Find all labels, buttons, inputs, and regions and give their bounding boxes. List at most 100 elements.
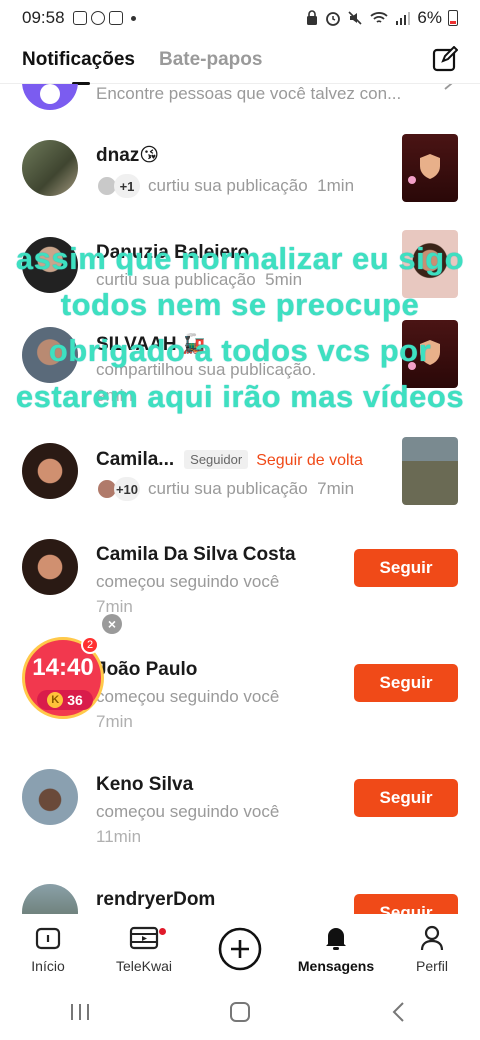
avatar[interactable] xyxy=(22,140,78,196)
nav-create[interactable] xyxy=(200,926,280,972)
nav-telekwai[interactable]: TeleKwai xyxy=(104,924,184,974)
follower-tag: Seguidor xyxy=(184,450,249,470)
avatar[interactable] xyxy=(22,884,78,914)
list-item[interactable]: rendryerDom Seguir xyxy=(0,884,480,914)
nav-label: Mensagens xyxy=(297,958,375,974)
post-thumbnail[interactable] xyxy=(402,134,458,202)
person-icon xyxy=(420,925,444,951)
action-text: curtiu sua publicação 7min xyxy=(148,479,354,499)
bottom-nav: Início TeleKwai Mensagens Perfil xyxy=(0,914,480,984)
follow-back-link[interactable]: Seguir de volta xyxy=(256,452,363,469)
compose-icon[interactable] xyxy=(432,46,458,72)
liker-avatars: +1 xyxy=(96,174,140,198)
status-time: 09:58 xyxy=(22,8,65,27)
dot-icon xyxy=(130,15,136,21)
user-name[interactable]: Keno Silva xyxy=(96,774,193,796)
action-label: curtiu sua publicação xyxy=(96,270,256,289)
follow-button[interactable]: Seguir xyxy=(354,779,458,817)
action-text: curtiu sua publicação 5min xyxy=(96,270,302,290)
action-label: curtiu sua publicação xyxy=(148,479,308,498)
nav-inicio[interactable]: Início xyxy=(8,924,88,974)
whatsapp-icon xyxy=(90,11,105,25)
user-name: Camila... Seguidor Seguir de volta xyxy=(96,449,363,471)
shield-icon xyxy=(408,154,440,184)
add-friend-icon xyxy=(40,84,60,104)
follow-button[interactable]: Seguir xyxy=(354,549,458,587)
user-name[interactable]: Danuzia Baleiero xyxy=(96,242,249,264)
reward-timer-widget[interactable]: 14:40 K 36 2 xyxy=(22,636,104,719)
tab-notificacoes[interactable]: Notificações xyxy=(22,49,135,85)
time-label: 7min xyxy=(96,712,133,731)
recents-icon[interactable] xyxy=(68,1001,92,1023)
user-name[interactable]: SILVAAH 🚂 xyxy=(96,332,206,356)
alarm-icon xyxy=(326,12,341,26)
home-icon xyxy=(35,927,61,950)
coin-value: 36 xyxy=(67,692,83,708)
post-thumbnail[interactable] xyxy=(402,320,458,388)
notification-badge: 2 xyxy=(81,636,99,654)
back-icon[interactable] xyxy=(388,1001,412,1023)
list-item[interactable]: Danuzia Baleiero curtiu sua publicação 5… xyxy=(0,230,480,334)
list-item[interactable]: Camila Da Silva Costa começou seguindo v… xyxy=(0,539,480,654)
mute-icon xyxy=(348,11,362,25)
new-dot xyxy=(159,928,166,935)
shield-icon xyxy=(408,340,440,370)
time-label: 9min xyxy=(96,386,133,405)
nav-label: Início xyxy=(31,958,65,974)
user-name[interactable]: João Paulo xyxy=(96,659,197,681)
avatar[interactable] xyxy=(22,769,78,825)
suggestion-row[interactable]: Encontre pessoas que você talvez con... xyxy=(0,84,480,114)
post-thumbnail[interactable] xyxy=(402,437,458,505)
status-right-icons: 6% xyxy=(305,8,458,28)
user-name[interactable]: rendryerDom xyxy=(96,889,215,911)
tv-icon xyxy=(129,926,159,950)
instagram-icon xyxy=(108,11,123,25)
nav-label: TeleKwai xyxy=(115,958,173,974)
timer-text: 14:40 xyxy=(32,654,94,681)
coin-icon: K xyxy=(47,692,64,708)
extra-count: +1 xyxy=(114,174,140,198)
post-thumbnail[interactable] xyxy=(402,230,458,298)
header-tabs: Notificações Bate-papos xyxy=(0,36,480,85)
nav-mensagens[interactable]: Mensagens xyxy=(296,924,376,974)
action-text: começou seguindo você xyxy=(96,687,280,706)
chevron-right-icon[interactable] xyxy=(442,84,454,90)
close-icon[interactable]: × xyxy=(102,614,122,634)
action-text: curtiu sua publicação 1min xyxy=(148,176,354,196)
user-name-label[interactable]: Camila... xyxy=(96,449,174,470)
nav-perfil[interactable]: Perfil xyxy=(392,924,472,974)
avatar[interactable] xyxy=(22,539,78,595)
suggestion-text: Encontre pessoas que você talvez con... xyxy=(96,84,402,103)
list-item[interactable]: dnaz😘 +1 curtiu sua publicação 1min xyxy=(0,134,480,234)
list-item[interactable]: Keno Silva começou seguindo você 11min S… xyxy=(0,769,480,884)
extra-count: +10 xyxy=(114,477,140,501)
tab-bate-papos[interactable]: Bate-papos xyxy=(159,49,262,71)
bell-icon xyxy=(326,928,346,950)
time-label: 11min xyxy=(96,827,142,846)
user-name[interactable]: Camila Da Silva Costa xyxy=(96,544,296,566)
action-text: compartilhou sua publicação. xyxy=(96,360,317,379)
notification-feed[interactable]: Encontre pessoas que você talvez con... … xyxy=(0,84,480,914)
time-label: 7min xyxy=(317,479,355,498)
liker-avatars: +10 xyxy=(96,477,140,501)
wifi-icon xyxy=(370,12,389,23)
signal-icon xyxy=(396,12,411,25)
status-left-icons xyxy=(72,11,136,25)
system-nav-bar xyxy=(0,984,480,1040)
action-text: começou seguindo você xyxy=(96,802,280,821)
avatar[interactable] xyxy=(22,327,78,383)
suggestion-avatar xyxy=(22,84,78,110)
avatar[interactable] xyxy=(22,443,78,499)
home-button-icon[interactable] xyxy=(228,1001,252,1023)
user-name[interactable]: dnaz😘 xyxy=(96,144,159,167)
follow-button[interactable]: Seguir xyxy=(354,894,458,914)
follow-button[interactable]: Seguir xyxy=(354,664,458,702)
time-label: 5min xyxy=(265,270,303,289)
list-item[interactable]: SILVAAH 🚂 compartilhou sua publicação. 9… xyxy=(0,320,480,424)
list-item[interactable]: Camila... Seguidor Seguir de volta +10 cur… xyxy=(0,437,480,539)
status-bar: 09:58 6% xyxy=(0,0,480,36)
avatar[interactable] xyxy=(22,237,78,293)
action-text: começou seguindo você xyxy=(96,572,280,591)
photo-icon xyxy=(72,11,87,25)
battery-percent: 6% xyxy=(417,8,442,27)
